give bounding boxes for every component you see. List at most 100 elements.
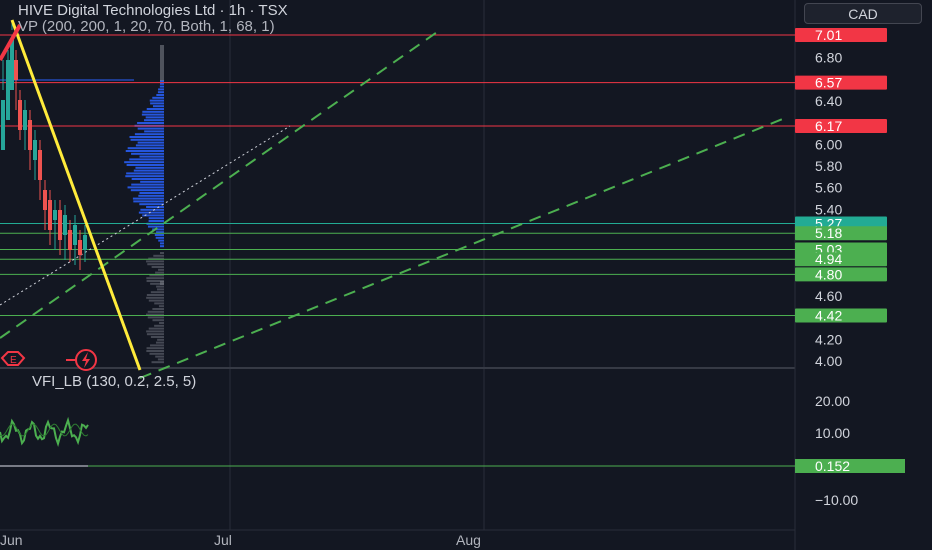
volume-profile-bar: [147, 316, 164, 319]
volume-profile-bar: [160, 242, 164, 245]
yellow-trendline[interactable]: [10, 19, 142, 371]
volume-profile-bar: [160, 53, 164, 54]
volume-profile-bar: [146, 108, 164, 110]
volume-profile-bar: [154, 324, 164, 327]
volume-profile-bar: [160, 71, 164, 72]
candle-body: [10, 40, 14, 90]
volume-profile-bar: [146, 277, 164, 280]
volume-profile-bar: [146, 330, 164, 333]
vfi-tag-value[interactable]: 0.152: [815, 458, 850, 474]
volume-profile-bar: [155, 271, 164, 274]
vfi-line: [0, 416, 89, 448]
volume-profile-bar: [160, 62, 164, 63]
vfi-indicator-legend[interactable]: VFI_LB (130, 0.2, 2.5, 5): [32, 373, 196, 390]
volume-profile-bar: [144, 119, 164, 122]
candle-body: [73, 225, 77, 245]
candle-body: [53, 210, 57, 220]
volume-profile-bar: [146, 350, 164, 352]
chart-window[interactable]: E 6.80 6.40 6.00 5.80 5.60 5.40 4.60 4.20 4.00 7.0…: [0, 0, 932, 550]
volume-profile-bar: [157, 338, 164, 341]
candle-body: [18, 100, 22, 130]
volume-profile-bar: [133, 169, 164, 172]
volume-profile-bar: [127, 186, 164, 189]
volume-profile-bar: [160, 66, 164, 67]
volume-profile-bar: [160, 48, 164, 49]
volume-profile-bar: [135, 166, 164, 169]
volume-profile-bar: [158, 268, 164, 271]
volume-profile-bar: [139, 192, 164, 194]
volume-profile-bar: [124, 161, 164, 164]
volume-profile-bar: [160, 52, 164, 53]
volume-profile-bar: [150, 102, 164, 105]
volume-profile-bar: [160, 68, 164, 69]
price-tag-6.57[interactable]: 6.57: [815, 75, 842, 91]
price-tick-label: 5.60: [815, 180, 842, 196]
price-tag-7.01[interactable]: 7.01: [815, 27, 842, 43]
volume-profile-bar: [146, 333, 164, 336]
volume-profile-bar: [127, 147, 164, 150]
volume-profile-bar: [160, 56, 164, 57]
volume-profile-bar: [160, 55, 164, 56]
volume-profile-bar: [156, 285, 164, 288]
volume-profile-bar: [131, 178, 164, 180]
volume-profile-bar: [158, 88, 164, 91]
volume-profile-bar: [160, 65, 164, 66]
volume-profile-bar: [160, 61, 164, 62]
volume-profile-bar: [144, 130, 164, 133]
volume-profile-bar: [149, 99, 164, 102]
volume-profile-bar: [155, 236, 164, 239]
price-tag-4.42[interactable]: 4.42: [815, 308, 842, 324]
volume-profile-legend[interactable]: VP (200, 200, 1, 20, 70, Both, 1, 68, 1): [18, 18, 275, 35]
price-tag-4.80[interactable]: 4.80: [815, 266, 842, 282]
volume-profile-bar: [130, 189, 164, 192]
volume-profile-bar: [148, 217, 164, 220]
price-tick-label: 6.00: [815, 136, 842, 152]
volume-profile-bar: [134, 133, 164, 136]
volume-profile-bar: [130, 138, 164, 141]
volume-profile-bar: [140, 208, 164, 211]
volume-profile-bar: [148, 299, 164, 302]
dividend-icon[interactable]: [75, 349, 97, 371]
price-tag-4.94[interactable]: 4.94: [815, 251, 842, 267]
price-tick-label: 6.40: [815, 93, 842, 109]
symbol-title: HIVE Digital Technologies Ltd · 1h · TSX: [18, 2, 288, 19]
volume-profile-bar: [131, 152, 164, 155]
volume-profile-bar: [125, 150, 164, 152]
volume-profile-bar: [131, 183, 164, 186]
volume-profile-bar: [147, 225, 164, 228]
volume-profile-bar: [157, 358, 164, 361]
candle-body: [1, 100, 5, 150]
candle-body: [63, 215, 67, 235]
volume-profile-bar: [159, 322, 164, 324]
volume-profile-bar: [160, 252, 164, 254]
time-label-jul: Jul: [214, 532, 232, 548]
volume-profile-bar: [160, 63, 164, 64]
price-tag-5.18[interactable]: 5.18: [815, 225, 842, 241]
channel-line-upper[interactable]: [0, 29, 441, 339]
earnings-icon[interactable]: E: [0, 351, 26, 366]
volume-profile-bar: [125, 175, 164, 178]
volume-profile-bar: [139, 203, 164, 206]
volume-profile-bar: [126, 172, 164, 175]
volume-profile-bar: [158, 305, 164, 308]
price-chart[interactable]: E6.806.406.005.805.605.404.604.204.007.0…: [0, 0, 932, 550]
volume-profile-bar: [160, 49, 164, 50]
volume-profile-bar: [160, 79, 164, 80]
volume-profile-bar: [150, 336, 164, 338]
currency-button[interactable]: CAD: [804, 3, 922, 24]
price-tick-label: 4.60: [815, 288, 842, 304]
volume-profile-bar: [160, 245, 164, 248]
vfi-tick-label: 10.00: [815, 425, 850, 441]
volume-profile-bar: [160, 72, 164, 73]
volume-profile-bar: [138, 211, 164, 214]
volume-profile-bar: [150, 344, 164, 347]
volume-profile-bar: [155, 341, 164, 344]
volume-profile-bar: [137, 141, 164, 144]
candle-body: [23, 110, 27, 130]
volume-profile-bar: [160, 76, 164, 77]
volume-profile-bar: [155, 355, 164, 358]
volume-profile-bar: [146, 296, 164, 299]
channel-line-lower[interactable]: [139, 117, 786, 379]
price-tag-6.17[interactable]: 6.17: [815, 118, 842, 134]
volume-profile-bar: [157, 91, 164, 94]
